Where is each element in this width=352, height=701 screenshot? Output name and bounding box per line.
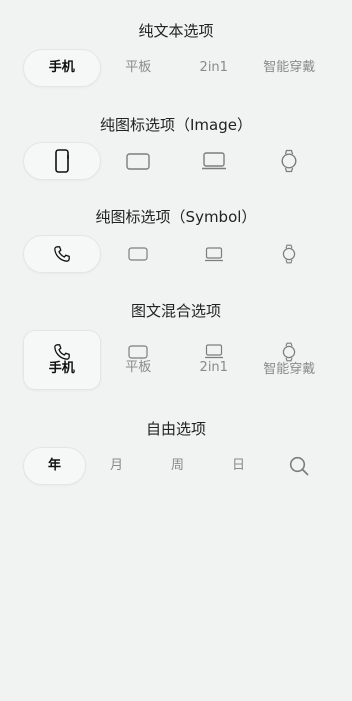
segment-year[interactable]: 年 bbox=[23, 447, 86, 485]
watch-icon bbox=[282, 244, 296, 264]
segment-wearable[interactable]: 智能穿戴 bbox=[252, 49, 328, 87]
segment-watch[interactable] bbox=[252, 235, 328, 273]
segment-tablet[interactable]: 平板 bbox=[101, 49, 177, 87]
laptop-icon bbox=[204, 246, 224, 262]
segmented-control-icon-text: 手机 平板 2in1 智能穿戴 bbox=[23, 330, 327, 390]
section-title-icon-symbol: 纯图标选项（Symbol） bbox=[95, 208, 257, 226]
handset-icon bbox=[53, 245, 71, 263]
segment-watch[interactable] bbox=[252, 142, 328, 180]
segmented-control-icon-symbol bbox=[23, 235, 327, 273]
tablet-icon bbox=[128, 344, 148, 360]
segment-label: 平板 bbox=[125, 360, 152, 375]
laptop-icon bbox=[204, 344, 224, 360]
tablet-icon bbox=[128, 247, 148, 261]
segment-watch[interactable]: 智能穿戴 bbox=[252, 330, 328, 390]
section-title-icon-text: 图文混合选项 bbox=[130, 302, 221, 320]
segment-laptop[interactable] bbox=[176, 142, 252, 180]
segment-label: 智能穿戴 bbox=[263, 60, 316, 75]
segment-tablet[interactable] bbox=[101, 142, 177, 180]
segment-label: 2in1 bbox=[199, 60, 228, 75]
section-title-free: 自由选项 bbox=[145, 420, 206, 438]
segmented-control-icon-image bbox=[23, 142, 327, 180]
watch-icon bbox=[282, 342, 296, 362]
tablet-icon bbox=[126, 152, 150, 170]
segmented-control-text: 手机 平板 2in1 智能穿戴 bbox=[23, 49, 327, 87]
segment-tablet[interactable]: 平板 bbox=[101, 330, 177, 390]
laptop-icon bbox=[201, 152, 227, 170]
segment-laptop[interactable] bbox=[176, 235, 252, 273]
segment-label: 2in1 bbox=[199, 360, 228, 375]
segment-phone[interactable]: 手机 bbox=[23, 330, 101, 390]
section-title-icon-image: 纯图标选项（Image） bbox=[100, 116, 252, 134]
segment-label: 年 bbox=[47, 458, 61, 473]
segment-tablet[interactable] bbox=[101, 235, 177, 273]
segment-day[interactable]: 日 bbox=[208, 447, 269, 485]
segment-label: 周 bbox=[170, 458, 184, 473]
segment-label: 手机 bbox=[48, 60, 75, 75]
segment-search[interactable] bbox=[269, 447, 329, 485]
search-icon bbox=[289, 456, 309, 476]
segment-2in1[interactable]: 2in1 bbox=[176, 49, 252, 87]
segment-label: 日 bbox=[231, 458, 245, 473]
watch-icon bbox=[281, 149, 297, 173]
segment-label: 智能穿戴 bbox=[263, 362, 316, 377]
segment-month[interactable]: 月 bbox=[86, 447, 147, 485]
segment-week[interactable]: 周 bbox=[147, 447, 208, 485]
segment-laptop[interactable]: 2in1 bbox=[176, 330, 252, 390]
segment-label: 平板 bbox=[125, 60, 152, 75]
segment-label: 手机 bbox=[48, 361, 75, 376]
section-title-text-only: 纯文本选项 bbox=[138, 22, 214, 40]
segmented-control-free: 年 月 周 日 bbox=[23, 447, 327, 485]
segment-phone[interactable]: 手机 bbox=[23, 49, 101, 87]
segment-phone[interactable] bbox=[23, 235, 101, 273]
segment-label: 月 bbox=[109, 458, 123, 473]
phone-outline-icon bbox=[54, 149, 69, 173]
handset-icon bbox=[53, 343, 71, 361]
segment-phone[interactable] bbox=[23, 142, 101, 180]
